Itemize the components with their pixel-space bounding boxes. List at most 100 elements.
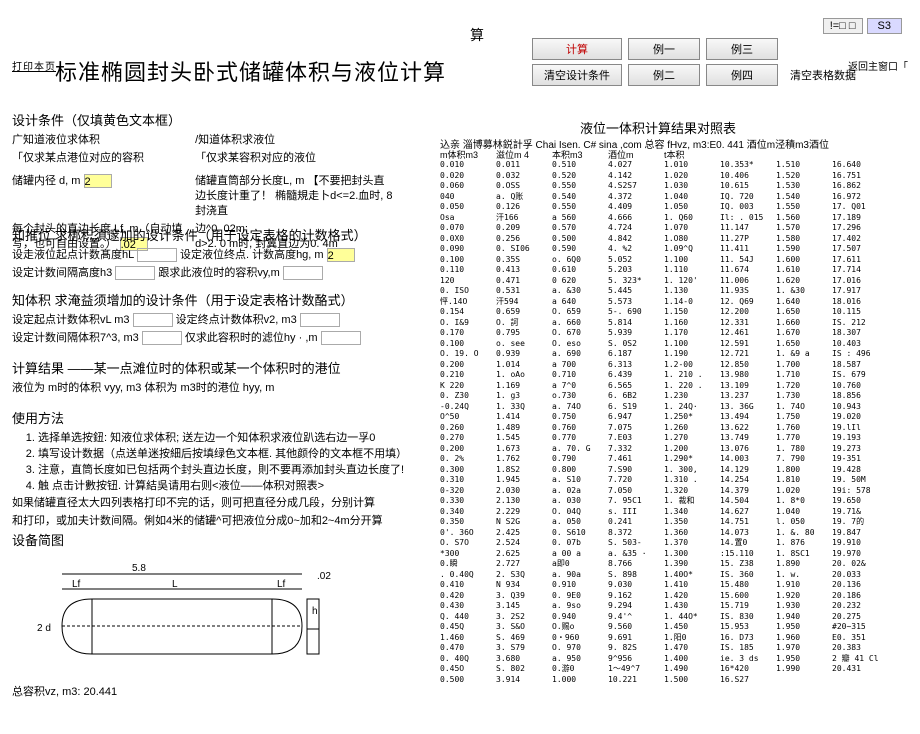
- table-cell: 14.129: [720, 465, 776, 476]
- table-row: 0.0500.1260.5504.4091.050IQ. 0031.55017.…: [440, 202, 888, 213]
- table-cell: 1.340: [664, 507, 720, 518]
- table-cell: [776, 675, 832, 686]
- table-cell: a. 90a: [552, 570, 608, 581]
- table-cell: 8.372: [608, 528, 664, 539]
- svg-text:L: L: [172, 579, 178, 590]
- hy-input[interactable]: [321, 331, 361, 345]
- table-cell: 1.030: [664, 181, 720, 192]
- table-cell: 1. w.: [776, 570, 832, 581]
- hg-input[interactable]: 2: [327, 248, 355, 262]
- table-row: 0.1100.4130.6105.2031.11011.6741.61017.7…: [440, 265, 888, 276]
- table-cell: 2.030: [496, 486, 552, 497]
- table-cell: 0.170: [440, 328, 496, 339]
- vl-input[interactable]: [133, 313, 173, 327]
- table-cell: 0.200: [440, 444, 496, 455]
- table-cell: 0. S610: [552, 528, 608, 539]
- table-cell: 9.691: [608, 633, 664, 644]
- calc-button[interactable]: 计算: [532, 38, 622, 60]
- table-row: 0'. 36O2.4250. S6108.3721.36014.0731. &.…: [440, 528, 888, 539]
- back-link[interactable]: 返回主窗口「: [848, 58, 908, 73]
- example4-button[interactable]: 例四: [706, 64, 778, 86]
- table-cell: 4.666: [608, 213, 664, 224]
- table-cell: O. eso: [552, 339, 608, 350]
- table-cell: O.赐o: [552, 622, 608, 633]
- table-cell: 13.494: [720, 412, 776, 423]
- table-cell: 1.010: [664, 160, 720, 171]
- example1-button[interactable]: 例一: [628, 38, 700, 60]
- table-cell: 13.237: [720, 391, 776, 402]
- table-cell: 040: [440, 192, 496, 203]
- table-cell: 1.100: [664, 339, 720, 350]
- table-cell: S. 469: [496, 633, 552, 644]
- table-cell: IS. 679: [832, 370, 888, 381]
- table-cell: 12.461: [720, 328, 776, 339]
- table-cell: 1.420: [664, 591, 720, 602]
- table-cell: 0.100: [440, 339, 496, 350]
- table-row: Osa汗166a 5604.6661. Q60Il: . 0151.56017.…: [440, 213, 888, 224]
- svg-text:h: h: [312, 606, 318, 617]
- kl-l2: 设定计数间隔高度h3: [12, 267, 112, 279]
- table-cell: 1.040: [664, 192, 720, 203]
- table-cell: 15.719: [720, 601, 776, 612]
- table-cell: 14.627: [720, 507, 776, 518]
- table-cell: 0.210: [440, 370, 496, 381]
- s3-label: S3: [867, 18, 902, 34]
- table-row: 0.0700.2090.5704.7241.07011.1471.57017.2…: [440, 223, 888, 234]
- table-cell: 1.610: [776, 265, 832, 276]
- table-cell: 10.403: [832, 339, 888, 350]
- table-cell: 1.390: [664, 559, 720, 570]
- table-cell: a 00 a: [552, 549, 608, 560]
- table-cell: 1. 24Q·: [664, 402, 720, 413]
- d-input[interactable]: 2: [84, 174, 112, 188]
- table-cell: 1.490: [664, 664, 720, 675]
- example2-button[interactable]: 例二: [628, 64, 700, 86]
- table-cell: 0.750: [552, 412, 608, 423]
- vy-input[interactable]: [283, 266, 323, 280]
- table-row: 0.3402.229O. 04Qs. III1.34014.6271.04019…: [440, 507, 888, 518]
- cond-c1: 广知道液位求体积: [12, 133, 192, 148]
- table-cell: 汗166: [496, 213, 552, 224]
- table-cell: 19-351: [832, 454, 888, 465]
- table-cell: 0.256: [496, 234, 552, 245]
- table-cell: 5.814: [608, 318, 664, 329]
- table-cell: 12.850: [720, 360, 776, 371]
- table-cell: 13.980: [720, 370, 776, 381]
- table-cell: 1.540: [776, 192, 832, 203]
- table-cell: 16*420: [720, 664, 776, 675]
- table-cell: 0.550: [552, 202, 608, 213]
- table-cell: a. 9so: [552, 601, 608, 612]
- table-cell: 7.E03: [608, 433, 664, 444]
- table-cell: 18.307: [832, 328, 888, 339]
- table-cell: 12.721: [720, 349, 776, 360]
- table-cell: 1. 300,: [664, 465, 720, 476]
- table-cell: 12.200: [720, 307, 776, 318]
- table-cell: Il: . 015: [720, 213, 776, 224]
- table-cell: 19.428: [832, 465, 888, 476]
- table-cell: 0.340: [440, 507, 496, 518]
- example3-button[interactable]: 例三: [706, 38, 778, 60]
- clear-cond-button[interactable]: 清空设计条件: [532, 64, 622, 86]
- table-cell: 15.480: [720, 580, 776, 591]
- cond-c3: 「仅求某点港位对应的容积: [12, 151, 192, 166]
- v2-input[interactable]: [300, 313, 340, 327]
- table-cell: 0.910: [552, 580, 608, 591]
- table-cell: [832, 675, 888, 686]
- table-cell: 0.090: [440, 244, 496, 255]
- table-cell: a. 030: [552, 496, 608, 507]
- hl-input[interactable]: [137, 248, 177, 262]
- table-cell: 1. oAo: [496, 370, 552, 381]
- clear-table-button[interactable]: 清空表格数据: [790, 67, 856, 83]
- table-row: 0.1700.795O. 6705.9391.17012.4611.67018.…: [440, 328, 888, 339]
- table-cell: 14.073: [720, 528, 776, 539]
- table-cell: 0.310: [440, 475, 496, 486]
- table-cell: 1.470: [664, 643, 720, 654]
- table-row: 1200.4710 6205. 323*1. 120'11.0061.62017…: [440, 276, 888, 287]
- table-row: O. I&9O. 訶a. 6605.8141.16012.3311.660IS.…: [440, 318, 888, 329]
- table-cell: 1.169: [496, 381, 552, 392]
- table-cell: 1.730: [776, 391, 832, 402]
- print-link[interactable]: 打印本页: [12, 58, 56, 73]
- table-row: 0.410N 9340.9109.0301.41015.4801.91020.1…: [440, 580, 888, 591]
- h3-input[interactable]: [115, 266, 155, 280]
- v3-input[interactable]: [142, 331, 182, 345]
- calc-result: 计算结果 ——某一点滩位时的体积或某一个体积时的港位 液位为 m时的体积 vyy…: [12, 358, 432, 399]
